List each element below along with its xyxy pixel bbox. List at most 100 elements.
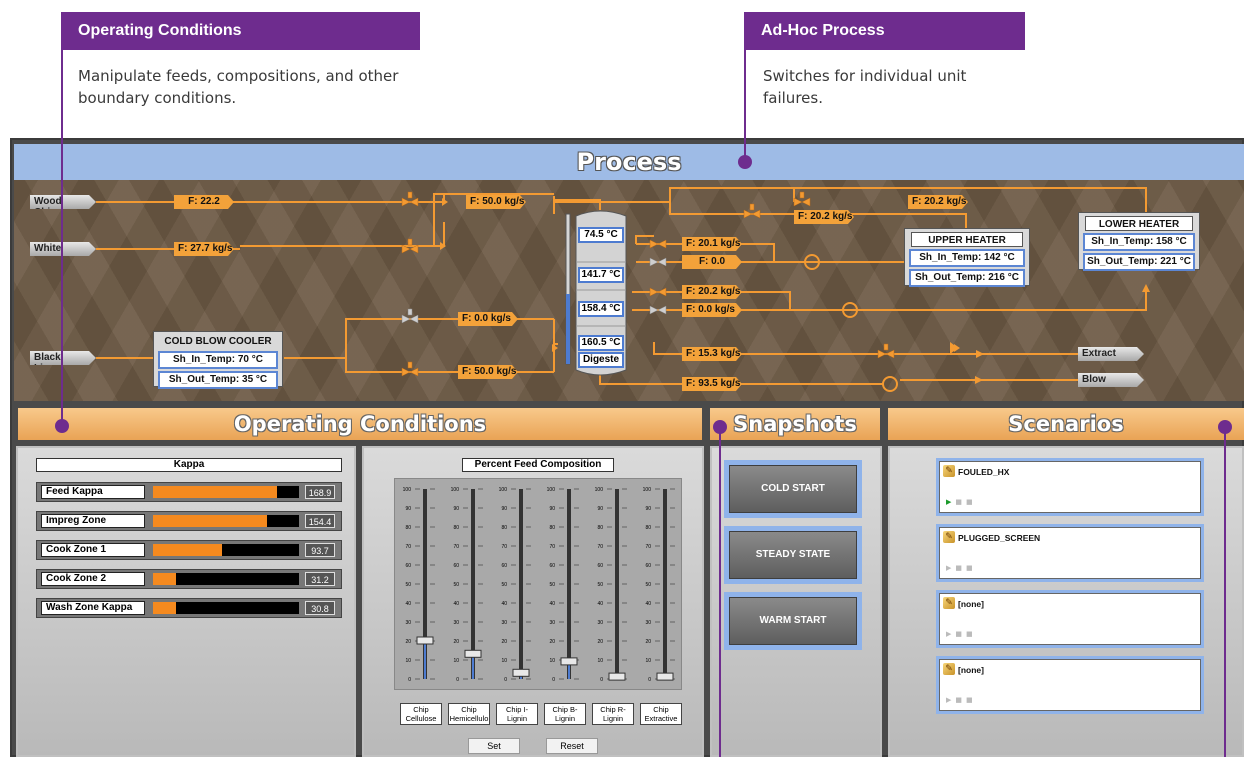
scenario-controls: ▶■■ [946, 498, 977, 506]
cold-blow-cooler-in-temp: Sh_In_Temp: 70 °C [158, 351, 278, 369]
play-icon[interactable]: ▶ [946, 630, 955, 638]
upper-heater-title: UPPER HEATER [911, 232, 1023, 247]
stream-blow[interactable]: Blow [1078, 373, 1144, 387]
slider-thumb[interactable] [416, 636, 434, 645]
slider-track[interactable] [663, 489, 667, 679]
warm-start-button[interactable]: WARM START [729, 597, 857, 645]
kappa-row-feed[interactable]: Feed Kappa 168.9 [36, 482, 342, 502]
kappa-bar[interactable] [153, 515, 299, 527]
slider-tick-label: 90 [501, 506, 507, 512]
slider-tick-label: 40 [645, 601, 651, 607]
slider-tick-label: 30 [501, 620, 507, 626]
slider-tick-label: 100 [403, 487, 412, 493]
flow-black-bottom: F: 50.0 kg/s [458, 365, 518, 379]
slider-thumb[interactable] [656, 672, 674, 681]
slider-track[interactable] [615, 489, 619, 679]
slider-tick-label: 70 [501, 544, 507, 550]
process-area: Process Wood Chips White Black Liquor Ex… [14, 144, 1244, 401]
play-icon[interactable]: ▶ [946, 498, 955, 506]
slider-tick-label: 0 [552, 677, 555, 683]
stream-black-liquor[interactable]: Black Liquor [30, 351, 96, 365]
flow-top-right: F: 20.2 kg/s [908, 195, 968, 209]
composition-sliders[interactable]: 1009080706050403020100100908070605040302… [395, 479, 683, 691]
kappa-row-cook1[interactable]: Cook Zone 1 93.7 [36, 540, 342, 560]
kappa-row-impreg[interactable]: Impreg Zone 154.4 [36, 511, 342, 531]
callout-dot-adhoc [738, 155, 752, 169]
play-icon[interactable]: ▶ [946, 696, 955, 704]
flow-wood-to-digester: F: 50.0 kg/s [466, 195, 526, 209]
kappa-bar[interactable] [153, 573, 299, 585]
callout-operating-conditions-title: Operating Conditions [62, 12, 420, 50]
slider-tick-label: 0 [408, 677, 411, 683]
scenario-frame: ✎ [none] ▶■■ [936, 590, 1204, 648]
composition-title: Percent Feed Composition [462, 458, 614, 472]
upper-heater-out-temp: Sh_Out_Temp: 216 °C [909, 269, 1025, 287]
flow-extract: F: 15.3 kg/s [682, 347, 742, 361]
slider-tick-label: 100 [499, 487, 508, 493]
scenario-card[interactable]: ✎ [none] ▶■■ [939, 659, 1201, 711]
kappa-value: 154.4 [305, 514, 335, 528]
slider-thumb[interactable] [560, 657, 578, 666]
slider-tick-label: 20 [645, 639, 651, 645]
cold-start-button[interactable]: COLD START [729, 465, 857, 513]
kappa-bar[interactable] [153, 602, 299, 614]
kappa-value: 168.9 [305, 485, 335, 499]
slider-tick-label: 40 [501, 601, 507, 607]
cold-blow-cooler[interactable]: COLD BLOW COOLER Sh_In_Temp: 70 °C Sh_Ou… [153, 331, 283, 389]
kappa-row-wash[interactable]: Wash Zone Kappa 30.8 [36, 598, 342, 618]
flow-mid-a: F: 20.2 kg/s [682, 285, 742, 299]
upper-heater[interactable]: UPPER HEATER Sh_In_Temp: 142 °C Sh_Out_T… [904, 228, 1030, 287]
callout-leader-adhoc [744, 12, 746, 162]
digester-temp-2: 141.7 °C [578, 267, 624, 283]
flow-blow: F: 93.5 kg/s [682, 377, 742, 391]
play-icon[interactable]: ▶ [946, 564, 955, 572]
kappa-bar[interactable] [153, 544, 299, 556]
kappa-value: 31.2 [305, 572, 335, 586]
lower-heater[interactable]: LOWER HEATER Sh_In_Temp: 158 °C Sh_Out_T… [1078, 212, 1200, 271]
stream-wood-chips[interactable]: Wood Chips [30, 195, 96, 209]
slider-track[interactable] [519, 489, 523, 679]
stream-white[interactable]: White [30, 242, 96, 256]
slider-track[interactable] [567, 489, 571, 679]
kappa-row-cook2[interactable]: Cook Zone 2 31.2 [36, 569, 342, 589]
reset-button[interactable]: Reset [546, 738, 598, 754]
scenario-name: PLUGGED_SCREEN [958, 533, 1041, 543]
flow-black-top: F: 0.0 kg/s [458, 312, 518, 326]
snapshot-frame: WARM START [724, 592, 862, 650]
scenario-frame: ✎ [none] ▶■■ [936, 656, 1204, 714]
cold-blow-cooler-out-temp: Sh_Out_Temp: 35 °C [158, 371, 278, 389]
scenario-card[interactable]: ✎ PLUGGED_SCREEN ▶■■ [939, 527, 1201, 579]
flow-mid-b: F: 0.0 kg/s [682, 303, 742, 317]
slider-thumb[interactable] [608, 672, 626, 681]
scroll-icon: ✎ [943, 465, 955, 477]
callout-leader-snapshots [719, 426, 721, 757]
slider-tick-label: 80 [597, 525, 603, 531]
kappa-label: Feed Kappa [41, 485, 145, 499]
callout-dot-scenarios [1218, 420, 1232, 434]
scenario-card[interactable]: ✎ FOULED_HX ▶■■ [939, 461, 1201, 513]
slider-thumb[interactable] [512, 668, 530, 677]
kappa-bar[interactable] [153, 486, 299, 498]
slider-thumb[interactable] [464, 649, 482, 658]
slider-tick-label: 30 [597, 620, 603, 626]
slider-tick-label: 50 [501, 582, 507, 588]
slider-tick-label: 50 [645, 582, 651, 588]
slider-tick-label: 20 [453, 639, 459, 645]
scenario-card[interactable]: ✎ [none] ▶■■ [939, 593, 1201, 645]
lower-heater-out-temp: Sh_Out_Temp: 221 °C [1083, 253, 1195, 271]
slider-tick-label: 20 [549, 639, 555, 645]
set-button[interactable]: Set [468, 738, 520, 754]
steady-state-button[interactable]: STEADY STATE [729, 531, 857, 579]
callout-leader-left [61, 12, 63, 426]
slider-tick-label: 100 [643, 487, 652, 493]
flow-white: F: 27.7 kg/s [174, 242, 234, 256]
slider-tick-label: 90 [645, 506, 651, 512]
digester-temp-1: 74.5 °C [578, 227, 624, 243]
stream-extract[interactable]: Extract [1078, 347, 1144, 361]
slider-tick-label: 100 [547, 487, 556, 493]
slider-tick-label: 100 [451, 487, 460, 493]
slider-tick-label: 60 [549, 563, 555, 569]
kappa-value: 93.7 [305, 543, 335, 557]
slider-tick-label: 70 [549, 544, 555, 550]
slider-tick-label: 90 [453, 506, 459, 512]
